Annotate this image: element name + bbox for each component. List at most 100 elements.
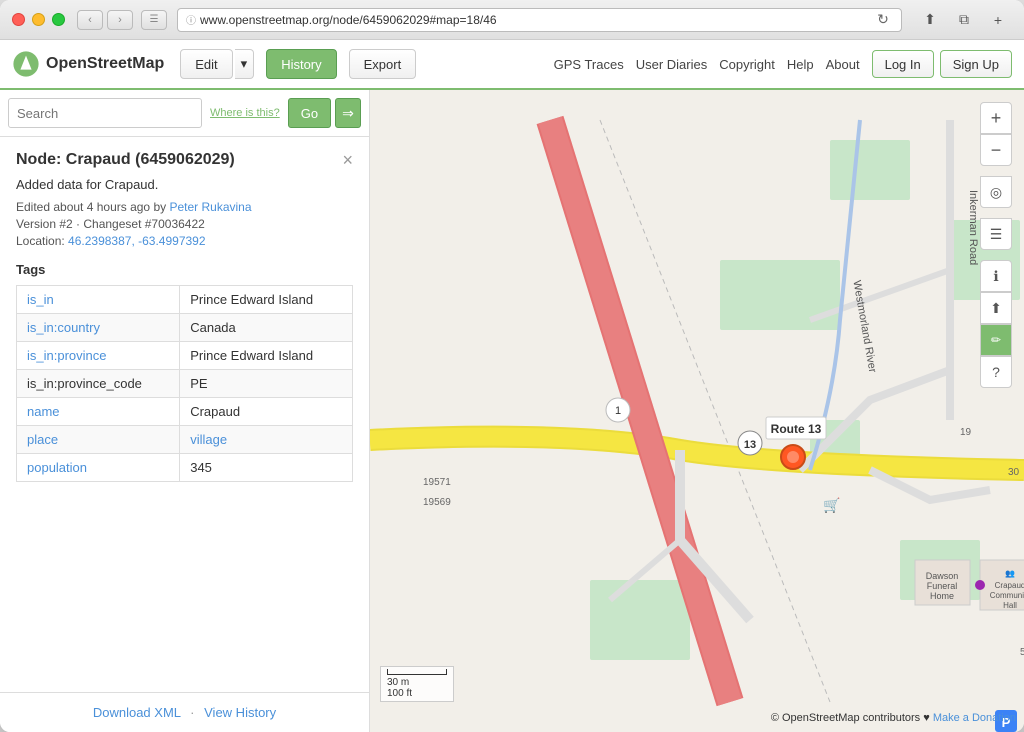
tag-key-link[interactable]: is_in [27,292,54,307]
edited-text: Edited about 4 hours ago by Peter Rukavi… [16,200,353,214]
svg-text:1: 1 [615,405,621,417]
close-panel-button[interactable]: × [342,151,353,169]
zoom-controls: + − [980,102,1012,166]
edit-dropdown-button[interactable]: ▾ [235,49,255,79]
sidebar: Where is this? Go ⇒ Node: Crapaud (64590… [0,90,370,732]
help-button[interactable]: ? [980,356,1012,388]
toolbar-right: ⬆ ⧉ + [916,9,1012,31]
svg-text:🛒: 🛒 [823,497,840,514]
osm-logo-text: OpenStreetMap [46,55,164,73]
copyright-text: © OpenStreetMap contributors ♥ [771,712,930,724]
map-area[interactable]: Westmorland River Inkerman Road Route 13… [370,90,1024,732]
tag-key-link[interactable]: place [27,432,58,447]
export-button[interactable]: Export [349,49,417,79]
refresh-button[interactable]: ↻ [873,10,893,30]
tag-val-link[interactable]: village [190,432,227,447]
node-panel: Node: Crapaud (6459062029) × Added data … [0,137,369,692]
back-button[interactable]: ‹ [77,10,103,30]
footer-separator: · [190,705,194,720]
main-content: Where is this? Go ⇒ Node: Crapaud (64590… [0,90,1024,732]
info-button[interactable]: ℹ [980,260,1012,292]
svg-text:Inkerman Road: Inkerman Road [967,190,979,265]
table-row: population345 [17,454,353,482]
layers-button[interactable]: ☰ [980,218,1012,250]
directions-button[interactable]: ⇒ [335,98,361,128]
info-controls: ℹ ⬆ ✏ ? [980,260,1012,388]
where-is-this-link[interactable]: Where is this? [210,107,280,119]
share-map-button[interactable]: ⬆ [980,292,1012,324]
reader-button[interactable]: ☰ [141,10,167,30]
table-row: place village [17,426,353,454]
scale-bar: 30 m 100 ft [387,669,447,699]
added-text: Added data for Crapaud. [16,177,353,192]
edit-button-group: Edit ▾ [180,49,254,79]
svg-text:Funeral: Funeral [927,581,958,591]
author-link[interactable]: Peter Rukavina [169,200,251,214]
tabs-button[interactable]: ⧉ [950,9,978,31]
scale-line [387,669,447,675]
address-bar[interactable]: ⓘ www.openstreetmap.org/node/6459062029#… [177,8,902,32]
geolocate-button[interactable]: ◎ [980,176,1012,208]
browser-window: ‹ › ☰ ⓘ www.openstreetmap.org/node/64590… [0,0,1024,732]
note-button[interactable]: ✏ [980,324,1012,356]
tags-label: Tags [16,262,353,277]
nav-link-gps-traces[interactable]: GPS Traces [554,57,624,72]
svg-text:Community: Community [990,591,1024,600]
tag-key-link[interactable]: is_in:country [27,320,100,335]
svg-text:30: 30 [1008,467,1020,478]
svg-text:Crapaud: Crapaud [995,581,1024,590]
forward-button[interactable]: › [107,10,133,30]
nav-link-help[interactable]: Help [787,57,814,72]
tag-key-link[interactable]: name [27,404,60,419]
table-row: is_inPrince Edward Island [17,286,353,314]
zoom-out-button[interactable]: − [980,134,1012,166]
zoom-in-button[interactable]: + [980,102,1012,134]
table-row: is_in:provincePrince Edward Island [17,342,353,370]
map-svg: Westmorland River Inkerman Road Route 13… [370,90,1024,732]
table-row: is_in:province_codePE [17,370,353,398]
osm-logo-icon [12,50,40,78]
search-input[interactable] [8,98,202,128]
svg-text:50: 50 [1020,647,1024,658]
login-button[interactable]: Log In [872,50,934,78]
map-controls: + − ◎ ☰ ℹ ⬆ ✏ ? [980,102,1012,388]
nav-link-user-diaries[interactable]: User Diaries [636,57,708,72]
nav-buttons: ‹ › [77,10,133,30]
osm-header: OpenStreetMap Edit ▾ History Export GPS … [0,40,1024,90]
download-xml-link[interactable]: Download XML [93,705,181,720]
osm-logo[interactable]: OpenStreetMap [12,50,164,78]
version-text: Version #2 · Changeset #70036422 [16,217,353,231]
close-window-button[interactable] [12,13,25,26]
edit-button[interactable]: Edit [180,49,232,79]
title-bar: ‹ › ☰ ⓘ www.openstreetmap.org/node/64590… [0,0,1024,40]
go-button[interactable]: Go [288,98,331,128]
scale-labels-ft: 100 ft [387,688,447,699]
location-text: Location: 46.2398387, -63.4997392 [16,234,353,248]
map-scale: 30 m 100 ft [380,666,454,702]
location-link[interactable]: 46.2398387, -63.4997392 [68,234,205,248]
location-control: ◎ [980,176,1012,208]
new-tab-button[interactable]: + [984,9,1012,31]
scale-meters: 30 m [387,677,409,688]
traffic-lights [12,13,65,26]
svg-text:Home: Home [930,591,954,601]
svg-text:👥: 👥 [1005,569,1015,578]
maximize-window-button[interactable] [52,13,65,26]
auth-buttons: Log In Sign Up [872,50,1012,78]
view-history-link[interactable]: View History [204,705,276,720]
history-button[interactable]: History [266,49,336,79]
sidebar-footer: Download XML · View History [0,692,369,732]
share-button[interactable]: ⬆ [916,9,944,31]
nav-link-about[interactable]: About [826,57,860,72]
tag-key-link[interactable]: population [27,460,87,475]
tag-key-link[interactable]: is_in:province [27,348,107,363]
layers-control: ☰ [980,218,1012,250]
signup-button[interactable]: Sign Up [940,50,1012,78]
svg-text:19: 19 [960,427,972,438]
svg-text:Hall: Hall [1003,601,1017,610]
tags-table: is_inPrince Edward Islandis_in:countryCa… [16,285,353,482]
nav-link-copyright[interactable]: Copyright [719,57,775,72]
svg-text:19569: 19569 [423,497,451,508]
minimize-window-button[interactable] [32,13,45,26]
donate-link[interactable]: Make a Donation [933,712,1016,724]
